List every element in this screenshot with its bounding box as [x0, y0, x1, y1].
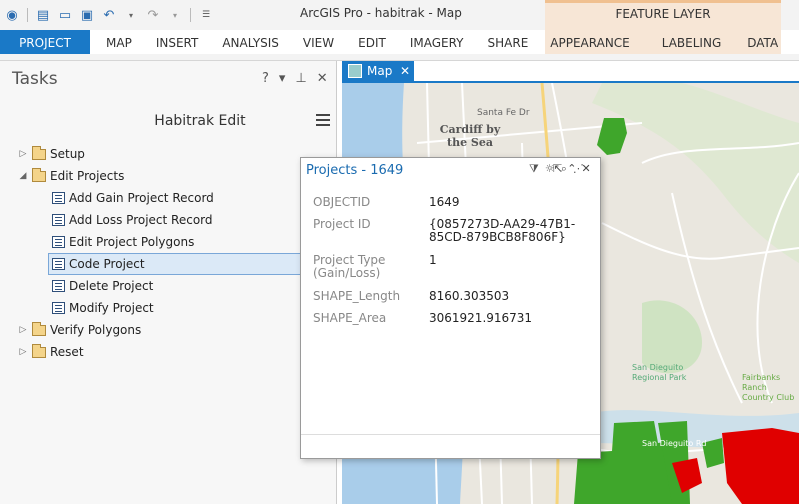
- field-name: SHAPE_Length: [313, 289, 401, 303]
- tab-insert[interactable]: INSERT: [144, 30, 211, 54]
- toolbar-divider: [190, 8, 191, 22]
- collapse-icon[interactable]: ◢: [18, 171, 28, 181]
- redo-icon[interactable]: ↷: [143, 5, 163, 25]
- filter-icon[interactable]: ⧩: [529, 162, 539, 176]
- popup-footer-tools: ⧩ ☼ ⌕ ⋰: [529, 162, 584, 176]
- task-icon: [52, 236, 65, 248]
- customize-toolbar-icon[interactable]: ☰: [196, 5, 216, 25]
- task-icon: [52, 214, 65, 226]
- quick-access-toolbar: ◉ ▤ ▭ ▣ ↶ ▾ ↷ ▾ ☰: [2, 4, 216, 26]
- task-icon: [52, 192, 65, 204]
- expand-icon[interactable]: ▷: [18, 347, 28, 357]
- task-group-label: Verify Polygons: [50, 323, 142, 337]
- ribbon-tabs: PROJECT MAP INSERT ANALYSIS VIEW EDIT IM…: [0, 30, 799, 54]
- tab-labeling[interactable]: LABELING: [642, 30, 733, 54]
- undo-dropdown-icon[interactable]: ▾: [121, 5, 141, 25]
- close-icon[interactable]: ✕: [317, 71, 328, 86]
- workflow-menu-icon[interactable]: [316, 114, 330, 129]
- tasks-pane: Tasks ? ▾ ⊥ ✕ Habitrak Edit ▷ Setup ◢ Ed…: [0, 61, 337, 504]
- task-group-verify-polygons[interactable]: ▷ Verify Polygons: [18, 319, 141, 341]
- field-name: Project Type (Gain/Loss): [313, 253, 386, 280]
- tab-view[interactable]: VIEW: [291, 30, 346, 54]
- task-icon: [52, 302, 65, 314]
- task-group-label: Reset: [50, 345, 84, 359]
- place-label: Cardiff by the Sea: [439, 123, 501, 149]
- save-project-icon[interactable]: ▣: [77, 5, 97, 25]
- close-map-tab-icon[interactable]: ✕: [400, 64, 410, 78]
- attribute-popup: Projects - 1649 ⇱ ⌃ ✕ OBJECTID 1649 Proj…: [300, 157, 601, 459]
- tab-imagery[interactable]: IMAGERY: [398, 30, 476, 54]
- undo-icon[interactable]: ↶: [99, 5, 119, 25]
- task-item-modify-project[interactable]: Modify Project: [52, 297, 154, 319]
- road-label: Santa Fe Dr: [477, 108, 530, 118]
- field-name: OBJECTID: [313, 195, 371, 209]
- task-label: Edit Project Polygons: [69, 235, 195, 249]
- task-group-icon: [32, 145, 46, 160]
- help-icon[interactable]: ?: [262, 71, 269, 86]
- field-value: 3061921.916731: [429, 311, 533, 325]
- tab-share[interactable]: SHARE: [476, 30, 541, 54]
- pane-menu-dropdown-icon[interactable]: ▾: [279, 71, 286, 86]
- popup-title: Projects - 1649: [306, 163, 404, 178]
- task-label: Add Gain Project Record: [69, 191, 214, 205]
- task-icon: [52, 258, 65, 270]
- expand-icon[interactable]: ▷: [18, 149, 28, 159]
- task-group-icon: [32, 321, 46, 336]
- toolbar-divider: [27, 8, 28, 22]
- tab-map[interactable]: MAP: [90, 30, 144, 54]
- task-label: Modify Project: [69, 301, 154, 315]
- redo-dropdown-icon[interactable]: ▾: [165, 5, 185, 25]
- field-value: 1: [429, 253, 437, 267]
- task-item-edit-polygons[interactable]: Edit Project Polygons: [52, 231, 194, 253]
- task-group-icon: [32, 167, 46, 182]
- pane-title: Tasks: [12, 69, 58, 89]
- map-icon: [348, 64, 362, 78]
- popup-footer: [301, 434, 600, 459]
- task-item-code-project[interactable]: Code Project: [48, 253, 302, 275]
- expand-icon[interactable]: ▷: [18, 325, 28, 335]
- tab-data[interactable]: DATA: [733, 30, 790, 54]
- workflow-title: Habitrak Edit: [154, 113, 246, 129]
- road-label: San Dieguito Rd: [642, 439, 707, 448]
- field-value: {0857273D-AA29-47B1-85CD-879BCB8F806F}: [429, 217, 576, 244]
- window-title: ArcGIS Pro - habitrak - Map: [300, 6, 462, 20]
- task-item-add-gain[interactable]: Add Gain Project Record: [52, 187, 214, 209]
- tab-appearance[interactable]: APPEARANCE: [540, 30, 641, 54]
- pin-icon[interactable]: ⊥: [295, 71, 306, 86]
- task-group-edit-projects[interactable]: ◢ Edit Projects: [18, 165, 124, 187]
- task-group-setup[interactable]: ▷ Setup: [18, 143, 85, 165]
- task-icon: [52, 280, 65, 292]
- task-group-label: Setup: [50, 147, 85, 161]
- field-name: Project ID: [313, 217, 371, 231]
- task-item-delete-project[interactable]: Delete Project: [52, 275, 153, 297]
- task-group-icon: [32, 343, 46, 358]
- task-group-label: Edit Projects: [50, 169, 125, 183]
- task-group-reset[interactable]: ▷ Reset: [18, 341, 84, 363]
- tab-project[interactable]: PROJECT: [0, 30, 90, 54]
- task-label: Add Loss Project Record: [69, 213, 213, 227]
- new-project-icon[interactable]: ▤: [33, 5, 53, 25]
- ribbon-bottom-edge: [0, 54, 799, 61]
- field-value: 8160.303503: [429, 289, 510, 303]
- zoom-to-icon[interactable]: ⌕: [561, 162, 567, 176]
- open-project-icon[interactable]: ▭: [55, 5, 75, 25]
- field-name: SHAPE_Area: [313, 311, 387, 325]
- tab-edit[interactable]: EDIT: [346, 30, 398, 54]
- resize-grip-icon[interactable]: ⋰: [573, 162, 584, 176]
- contextual-tab-group-title: FEATURE LAYER: [615, 7, 711, 21]
- park-label: San Dieguito Regional Park: [632, 363, 687, 382]
- flash-feature-icon[interactable]: ☼: [545, 162, 555, 176]
- task-label: Code Project: [69, 257, 145, 271]
- pane-controls: ? ▾ ⊥ ✕: [262, 71, 328, 86]
- task-item-add-loss[interactable]: Add Loss Project Record: [52, 209, 213, 231]
- tab-analysis[interactable]: ANALYSIS: [210, 30, 291, 54]
- place-label: Fairbanks Ranch Country Club: [742, 373, 795, 402]
- app-logo-icon[interactable]: ◉: [2, 5, 22, 25]
- tab-map-view[interactable]: Map ✕: [342, 61, 414, 81]
- field-value: 1649: [429, 195, 460, 209]
- map-tab-label: Map: [367, 64, 393, 78]
- task-label: Delete Project: [69, 279, 154, 293]
